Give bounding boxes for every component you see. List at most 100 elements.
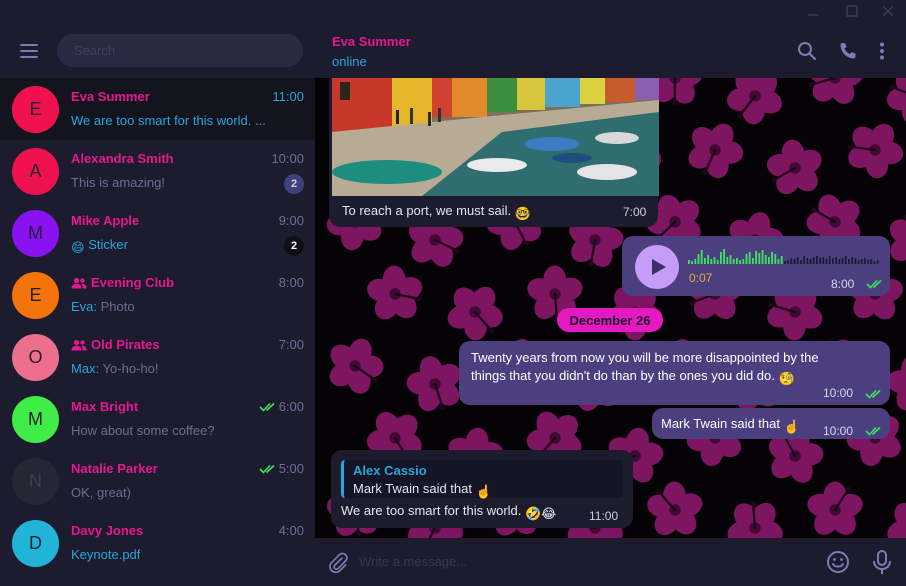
waveform-bar bbox=[780, 256, 783, 264]
preview-sender: Eva: bbox=[71, 299, 98, 314]
double-check-icon bbox=[865, 389, 881, 399]
hibiscus-flower bbox=[887, 502, 906, 538]
chat-item[interactable]: N Natalie Parker 5:00 OK, great) bbox=[0, 450, 315, 512]
waveform-bar bbox=[752, 258, 754, 264]
waveform-bar bbox=[812, 257, 815, 264]
photo-message[interactable]: To reach a port, we must sail. 🤓 7:00 bbox=[329, 78, 660, 227]
smiley-icon[interactable] bbox=[826, 550, 850, 574]
avatar[interactable]: E bbox=[12, 272, 59, 319]
chat-preview: Max: Yo-ho-ho! bbox=[71, 361, 159, 376]
chat-name: Old Pirates bbox=[71, 337, 160, 352]
play-icon[interactable] bbox=[635, 245, 679, 289]
waveform-bar bbox=[873, 261, 876, 264]
waveform-bar bbox=[713, 257, 716, 264]
avatar[interactable]: M bbox=[12, 396, 59, 443]
waveform-bar bbox=[720, 252, 722, 264]
avatar[interactable]: M bbox=[12, 210, 59, 257]
chat-time: 7:00 bbox=[278, 337, 304, 352]
chat-name: Alexandra Smith bbox=[71, 151, 174, 166]
waveform-bar bbox=[864, 258, 866, 264]
chat-preview: We are too smart for this world. ... bbox=[71, 113, 266, 128]
waveform-bar bbox=[848, 259, 850, 264]
message-text: Twenty years from now you will be more d… bbox=[471, 350, 819, 386]
date-separator: December 26 bbox=[557, 308, 663, 332]
message-time: 10:00 bbox=[823, 424, 854, 438]
hibiscus-flower bbox=[847, 123, 904, 179]
conversation-pane: Eva Summer online To reach a port, we mu… bbox=[315, 0, 906, 586]
avatar[interactable]: D bbox=[12, 520, 59, 567]
waveform-bar bbox=[784, 261, 786, 264]
waveform-bar bbox=[809, 259, 812, 264]
hibiscus-flower bbox=[726, 78, 782, 125]
waveform-bar bbox=[790, 258, 793, 264]
reply-quote-text: Mark Twain said that ☝️ bbox=[353, 481, 492, 499]
chat-item[interactable]: M Mike Apple 9:00 😄 Sticker 2 bbox=[0, 202, 315, 264]
search-icon[interactable] bbox=[796, 40, 818, 62]
microphone-icon[interactable] bbox=[871, 549, 893, 575]
double-check-icon bbox=[259, 464, 275, 474]
outgoing-message[interactable]: Twenty years from now you will be more d… bbox=[459, 341, 890, 405]
minimize-icon[interactable] bbox=[804, 2, 822, 20]
pointing-up-emoji: ☝️ bbox=[783, 419, 800, 434]
double-check-icon bbox=[866, 279, 882, 289]
waveform-bar bbox=[758, 253, 761, 264]
chat-item[interactable]: E Eva Summer 11:00 We are too smart for thi… bbox=[0, 78, 315, 140]
phone-icon[interactable] bbox=[837, 40, 859, 62]
chat-preview: How about some coffee? bbox=[71, 423, 215, 438]
waveform-bar bbox=[777, 259, 780, 264]
waveform-bar bbox=[688, 260, 690, 264]
chat-item[interactable]: M Max Bright 6:00 How about some coffee? bbox=[0, 388, 315, 450]
waveform-bar bbox=[800, 260, 802, 264]
reply-quote[interactable]: Alex Cassio Mark Twain said that ☝️ bbox=[341, 460, 623, 499]
chat-preview: Eva: Photo bbox=[71, 299, 135, 314]
voice-waveform[interactable] bbox=[688, 244, 884, 266]
group-icon bbox=[71, 277, 87, 288]
avatar[interactable]: A bbox=[12, 148, 59, 195]
chat-name: Davy Jones bbox=[71, 523, 144, 538]
message-area[interactable]: To reach a port, we must sail. 🤓 7:00 0:… bbox=[315, 78, 906, 538]
more-vertical-icon[interactable] bbox=[871, 40, 893, 62]
waveform-bar bbox=[729, 255, 732, 264]
waveform-bar bbox=[691, 261, 693, 264]
unread-badge: 2 bbox=[284, 174, 304, 194]
waveform-bar bbox=[732, 259, 735, 264]
chat-time: 4:00 bbox=[278, 523, 304, 538]
chat-item[interactable]: A Alexandra Smith 10:00 This is amazing! 2 bbox=[0, 140, 315, 202]
paperclip-icon[interactable] bbox=[327, 551, 349, 573]
avatar[interactable]: N bbox=[12, 458, 59, 505]
chat-item[interactable]: O Old Pirates 7:00 Max: Yo-ho-ho! bbox=[0, 326, 315, 388]
search-input[interactable] bbox=[57, 34, 303, 67]
peer-name[interactable]: Eva Summer bbox=[332, 34, 411, 49]
sidebar: E Eva Summer 11:00 We are too smart for thi… bbox=[0, 0, 315, 586]
message-text: We are too smart for this world. 🤣😂 bbox=[341, 503, 557, 521]
waveform-bar bbox=[857, 260, 860, 264]
waveform-bar bbox=[870, 259, 873, 264]
chat-item[interactable]: D Davy Jones 4:00 Keynote.pdf bbox=[0, 512, 315, 574]
chat-time: 10:00 bbox=[271, 151, 304, 166]
waveform-bar bbox=[876, 260, 879, 264]
waveform-bar bbox=[761, 250, 764, 264]
chat-preview: This is amazing! bbox=[71, 175, 165, 190]
close-icon[interactable] bbox=[879, 2, 897, 20]
outgoing-message[interactable]: Mark Twain said that ☝️ 10:00 bbox=[652, 408, 890, 439]
harbour-photo[interactable] bbox=[331, 78, 660, 196]
maximize-icon[interactable] bbox=[843, 2, 861, 20]
waveform-bar bbox=[745, 254, 748, 264]
hibiscus-flower bbox=[329, 338, 384, 394]
reply-message[interactable]: Alex Cassio Mark Twain said that ☝️ We a… bbox=[331, 450, 633, 528]
voice-duration: 0:07 bbox=[689, 271, 713, 285]
voice-message[interactable]: 0:07 8:00 bbox=[622, 236, 890, 296]
message-text: Mark Twain said that ☝️ bbox=[661, 416, 800, 434]
chat-item[interactable]: E Evening Club 8:00 Eva: Photo bbox=[0, 264, 315, 326]
waveform-bar bbox=[755, 251, 757, 264]
message-input[interactable] bbox=[359, 546, 809, 576]
avatar[interactable]: O bbox=[12, 334, 59, 381]
waveform-bar bbox=[748, 252, 751, 264]
waveform-bar bbox=[710, 259, 713, 264]
chat-name: Eva Summer bbox=[71, 89, 150, 104]
avatar[interactable]: E bbox=[12, 86, 59, 133]
waveform-bar bbox=[854, 258, 857, 264]
waveform-bar bbox=[844, 256, 847, 264]
group-icon bbox=[71, 339, 87, 350]
hamburger-icon[interactable] bbox=[19, 41, 41, 61]
